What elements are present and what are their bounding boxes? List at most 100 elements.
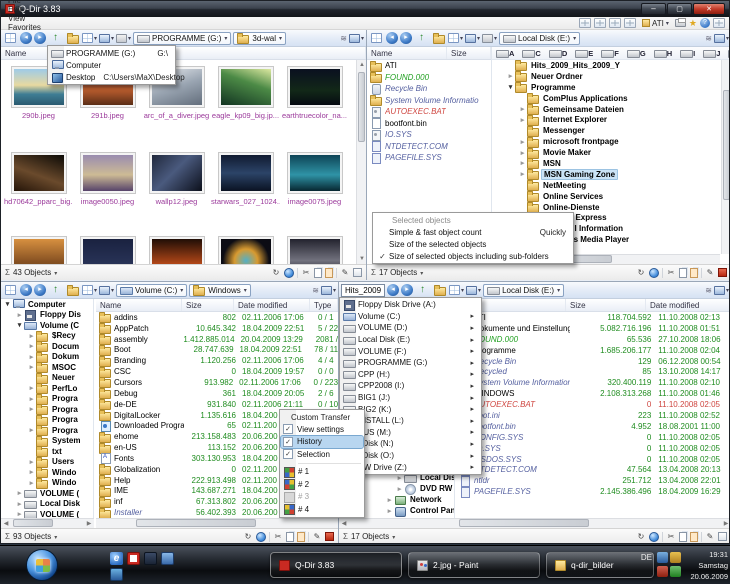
folder-shortcut-combo[interactable]: ATI ▾ <box>639 18 672 29</box>
scroll-down-icon[interactable]: ▼ <box>357 254 366 264</box>
file-row[interactable]: bootfont.bin 4.952 18.08.2001 11:00 <box>456 421 729 433</box>
tree-item[interactable]: MSOC <box>1 362 93 374</box>
filter-icon[interactable]: ≋ <box>340 34 347 43</box>
tree-expand-icon[interactable] <box>395 485 404 493</box>
tree-expand-icon[interactable] <box>518 105 527 113</box>
tree-expand-icon[interactable] <box>27 384 36 392</box>
column-size[interactable]: Size <box>447 47 491 59</box>
forward-button[interactable]: ▸ <box>34 32 46 44</box>
tree-item[interactable]: Volume (C <box>1 320 93 331</box>
active-pane-indicator-icon[interactable] <box>325 532 334 541</box>
scrollbar-thumb[interactable] <box>459 519 589 527</box>
tree-expand-icon[interactable] <box>27 405 36 413</box>
file-row[interactable]: MSDOS.SYS 0 11.10.2008 02:05 <box>456 454 729 466</box>
view-dropdown[interactable]: ▾ <box>82 285 97 295</box>
show-desktop-icon[interactable] <box>110 568 123 581</box>
tree-expand-icon[interactable] <box>15 321 24 329</box>
file-row[interactable]: boot.ini 223 11.10.2008 02:52 <box>456 410 729 422</box>
tree-expand-icon[interactable] <box>27 426 36 434</box>
file-row[interactable]: IO.SYS 0 11.10.2008 02:05 <box>456 443 729 455</box>
drive-letter-button[interactable]: E <box>575 48 593 58</box>
column-type[interactable]: Type <box>310 299 338 311</box>
taskbar-button[interactable]: Q-Dir 3.83 <box>270 552 402 578</box>
tree-item[interactable]: Progra <box>1 404 93 416</box>
drive-menu-item[interactable]: Floppy Disk Drive (A:) <box>341 299 480 311</box>
drive-menu-item[interactable]: BIG1 (J:) ▸ <box>341 392 480 404</box>
column-size[interactable]: Size <box>566 299 646 311</box>
monitor-dropdown[interactable]: ▾ <box>99 33 114 43</box>
menu-item[interactable]: ✓ Selection <box>281 448 363 461</box>
taskbar-button[interactable]: 2.jpg - Paint <box>408 552 540 578</box>
tree-item[interactable]: Hits_2009_Hits_2009_Y <box>492 60 720 72</box>
new-folder-icon[interactable] <box>431 32 446 45</box>
tree-expand-icon[interactable] <box>506 72 515 80</box>
tree-item[interactable]: microsoft frontpage <box>492 136 720 148</box>
minimize-button[interactable] <box>641 3 666 15</box>
pane-select-dropdown[interactable]: ▾ <box>348 33 364 43</box>
file-row[interactable]: ATI 118.704.592 11.10.2008 02:13 <box>456 312 729 324</box>
tree-expand-icon[interactable] <box>15 311 24 319</box>
thumbnail-item[interactable]: image0050.jpeg <box>73 148 142 234</box>
drive-menu-item[interactable]: VOLUME (F:) ▸ <box>341 345 480 357</box>
pane4-column-header[interactable]: Size Date modified <box>456 299 729 312</box>
pane2-column-header[interactable]: Name Size <box>367 47 491 60</box>
file-row[interactable]: de-DE 931.840 02.11.2006 21:11 0 / 10 <box>96 399 338 411</box>
file-row[interactable]: AUTOEXEC.BAT <box>367 106 491 118</box>
tree-expand-icon[interactable] <box>518 170 527 178</box>
pane-grid-icon[interactable] <box>369 32 384 45</box>
messenger-icon[interactable] <box>161 552 174 565</box>
thumbnail-item[interactable] <box>4 232 73 264</box>
tree-item[interactable]: Neuer <box>1 372 93 384</box>
address-combo[interactable]: Local Disk (E:) ▾ <box>499 31 581 45</box>
taskbar-button[interactable]: q-dir_bilder <box>546 552 654 578</box>
file-row[interactable]: Dokumente und Einstellungen 5.082.716.19… <box>456 323 729 335</box>
file-row[interactable]: bootfont.bin <box>367 118 491 130</box>
tree-item[interactable]: Dokum <box>1 351 93 363</box>
tree-item[interactable]: Users <box>1 456 93 468</box>
menu-item[interactable]: Computer <box>49 59 174 71</box>
tree-item[interactable]: Progra <box>1 414 93 426</box>
drive-letter-button[interactable]: G <box>626 48 646 58</box>
layout-2-icon[interactable] <box>594 18 607 28</box>
folder-combo[interactable]: 3d-wal ▾ <box>233 31 286 45</box>
browser-icon[interactable] <box>649 267 659 278</box>
file-row[interactable]: FOUND.000 65.536 27.10.2008 18:06 <box>456 334 729 346</box>
qdir-icon[interactable] <box>127 552 140 565</box>
taskbar-clock[interactable]: 19:31 Samstag 20.06.2009 <box>684 549 728 582</box>
up-button[interactable]: ↑ <box>48 32 63 45</box>
chevron-down-icon[interactable] <box>392 532 395 541</box>
file-row[interactable]: Recycled 85 13.10.2008 14:17 <box>456 366 729 378</box>
column-name[interactable]: Name <box>96 299 182 311</box>
new-folder-icon[interactable] <box>65 32 80 45</box>
file-row[interactable]: ntldr 251.712 13.04.2008 22:01 <box>456 475 729 487</box>
paste-icon[interactable] <box>297 531 305 542</box>
tree-item[interactable]: VOLUME ( <box>1 488 93 499</box>
list-horizontal-scrollbar[interactable] <box>96 518 338 528</box>
pane-grid-icon[interactable] <box>3 32 18 45</box>
tree-item[interactable]: Movie Maker <box>492 147 720 159</box>
chevron-down-icon[interactable] <box>54 268 57 277</box>
view-dropdown[interactable]: ▾ <box>82 33 97 43</box>
paste-icon[interactable] <box>690 267 698 278</box>
history-combo[interactable]: Hits_2009 <box>341 283 386 297</box>
drive-menu-item[interactable]: CPP2008 (I:) ▸ <box>341 380 480 392</box>
cut-icon[interactable]: ✂ <box>666 268 676 278</box>
cut-icon[interactable]: ✂ <box>273 532 283 542</box>
scrollbar-thumb[interactable] <box>358 72 365 142</box>
pane-grid-icon[interactable] <box>3 284 18 297</box>
forward-button[interactable]: ▸ <box>400 32 412 44</box>
tree-item[interactable]: Windo <box>1 467 93 479</box>
paste-icon[interactable] <box>325 267 333 278</box>
drive-letter-button[interactable]: D <box>548 48 567 58</box>
folder-combo[interactable]: Windows ▾ <box>189 283 251 297</box>
tray-update-icon[interactable] <box>670 552 681 563</box>
file-row[interactable]: System Volume Information 320.400.119 11… <box>456 377 729 389</box>
display-icon[interactable] <box>144 552 157 565</box>
up-button[interactable]: ↑ <box>415 284 430 297</box>
monitor-dropdown[interactable]: ▾ <box>99 285 114 295</box>
drive-letter-button[interactable]: I <box>680 48 695 58</box>
paste-icon[interactable] <box>690 531 698 542</box>
thumbnail-item[interactable] <box>211 232 280 264</box>
browser-icon[interactable] <box>284 267 294 278</box>
tree-expand-icon[interactable] <box>27 479 36 487</box>
